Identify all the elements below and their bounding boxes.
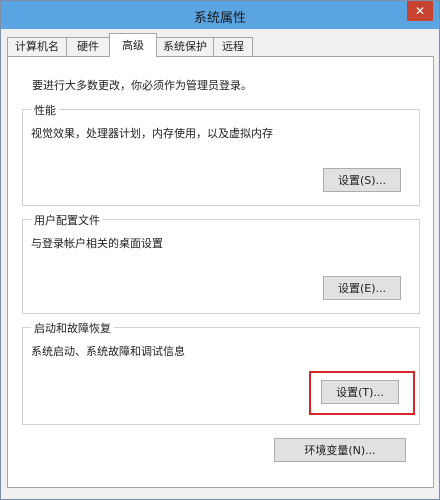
tab-computer-name[interactable]: 计算机名	[7, 37, 67, 56]
startup-recovery-group-title: 启动和故障恢复	[31, 320, 114, 336]
user-profiles-group: 用户配置文件 与登录帐户相关的桌面设置 设置(E)...	[22, 212, 420, 314]
close-icon: ✕	[414, 4, 426, 18]
performance-group-title: 性能	[31, 102, 59, 118]
startup-recovery-settings-button[interactable]: 设置(T)...	[321, 380, 399, 404]
user-profiles-settings-button[interactable]: 设置(E)...	[323, 276, 401, 300]
performance-group: 性能 视觉效果，处理器计划，内存使用，以及虚拟内存 设置(S)...	[22, 102, 420, 206]
tab-advanced[interactable]: 高级	[109, 33, 157, 57]
advanced-tab-panel: 要进行大多数更改，你必须作为管理员登录。 性能 视觉效果，处理器计划，内存使用，…	[7, 56, 434, 488]
titlebar[interactable]: 系统属性 ✕	[1, 1, 439, 29]
system-properties-window: 系统属性 ✕ 计算机名 硬件 高级 系统保护 远程 要进行大多数更改，你必须作为…	[0, 0, 440, 500]
tab-remote[interactable]: 远程	[213, 37, 253, 56]
environment-variables-button[interactable]: 环境变量(N)...	[274, 438, 406, 462]
window-title: 系统属性	[193, 11, 246, 26]
performance-settings-button[interactable]: 设置(S)...	[323, 168, 401, 192]
user-profiles-group-title: 用户配置文件	[31, 212, 103, 228]
admin-note: 要进行大多数更改，你必须作为管理员登录。	[32, 79, 252, 92]
user-profiles-description: 与登录帐户相关的桌面设置	[31, 237, 163, 250]
tab-strip: 计算机名 硬件 高级 系统保护 远程	[7, 33, 433, 57]
tab-system-protection[interactable]: 系统保护	[156, 37, 214, 56]
tab-hardware[interactable]: 硬件	[66, 37, 110, 56]
startup-recovery-group: 启动和故障恢复 系统启动、系统故障和调试信息 设置(T)...	[22, 320, 420, 425]
performance-description: 视觉效果，处理器计划，内存使用，以及虚拟内存	[31, 127, 273, 140]
startup-recovery-description: 系统启动、系统故障和调试信息	[31, 345, 185, 358]
close-button[interactable]: ✕	[407, 1, 433, 21]
